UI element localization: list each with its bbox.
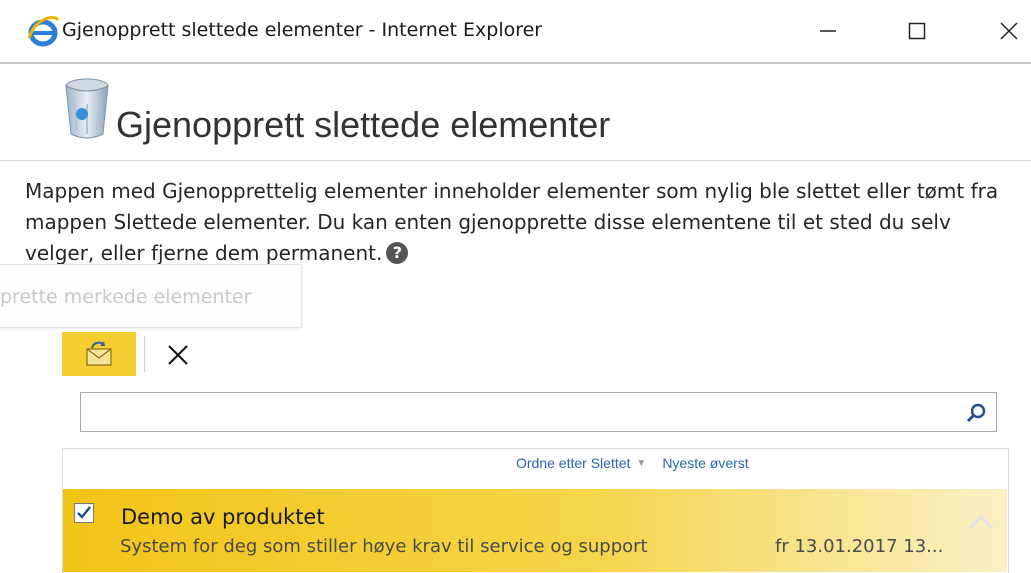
maximize-button[interactable] <box>894 8 940 54</box>
sort-order-toggle[interactable]: Nyeste øverst <box>662 455 748 471</box>
close-icon <box>1000 22 1018 40</box>
window-title: Gjenopprett slettede elementer - Interne… <box>62 19 543 41</box>
checkmark-icon <box>77 506 91 519</box>
scroll-up-icon[interactable] <box>966 512 996 534</box>
search-box <box>80 392 997 432</box>
minimize-button[interactable] <box>805 8 851 54</box>
delete-button[interactable] <box>156 334 200 376</box>
header-divider <box>0 160 1031 161</box>
restore-mail-icon <box>86 341 112 366</box>
restore-button[interactable] <box>62 332 136 376</box>
recycle-bin-icon <box>65 78 109 139</box>
delete-x-icon <box>168 345 188 365</box>
window-title-bar: Gjenopprett slettede elementer - Interne… <box>0 0 1031 64</box>
item-checkbox[interactable] <box>74 503 94 523</box>
item-title: Demo av produktet <box>121 505 325 529</box>
minimize-icon <box>820 30 836 32</box>
list-item[interactable] <box>63 489 1007 572</box>
description-body: Mappen med Gjenopprettelig elementer inn… <box>25 179 999 265</box>
restore-tooltip-text: prette merkede elementer <box>0 286 252 308</box>
chevron-down-icon[interactable]: ▼ <box>636 458 646 469</box>
sort-by-dropdown[interactable]: Ordne etter Slettet <box>516 455 630 471</box>
item-subtitle: System for deg som stiller høye krav til… <box>120 536 648 557</box>
close-button[interactable] <box>986 8 1031 54</box>
description-text: Mappen med Gjenopprettelig elementer inn… <box>25 176 1025 269</box>
toolbar-separator <box>144 336 145 372</box>
help-icon[interactable]: ? <box>386 242 409 264</box>
internet-explorer-icon <box>27 15 60 47</box>
page-title: Gjenopprett slettede elementer <box>116 104 611 145</box>
item-date: fr 13.01.2017 13... <box>775 536 944 557</box>
search-icon[interactable] <box>966 402 988 424</box>
maximize-icon <box>908 22 926 40</box>
search-input[interactable] <box>85 396 949 428</box>
sort-bar: Ordne etter Slettet ▼ Nyeste øverst <box>516 455 749 471</box>
